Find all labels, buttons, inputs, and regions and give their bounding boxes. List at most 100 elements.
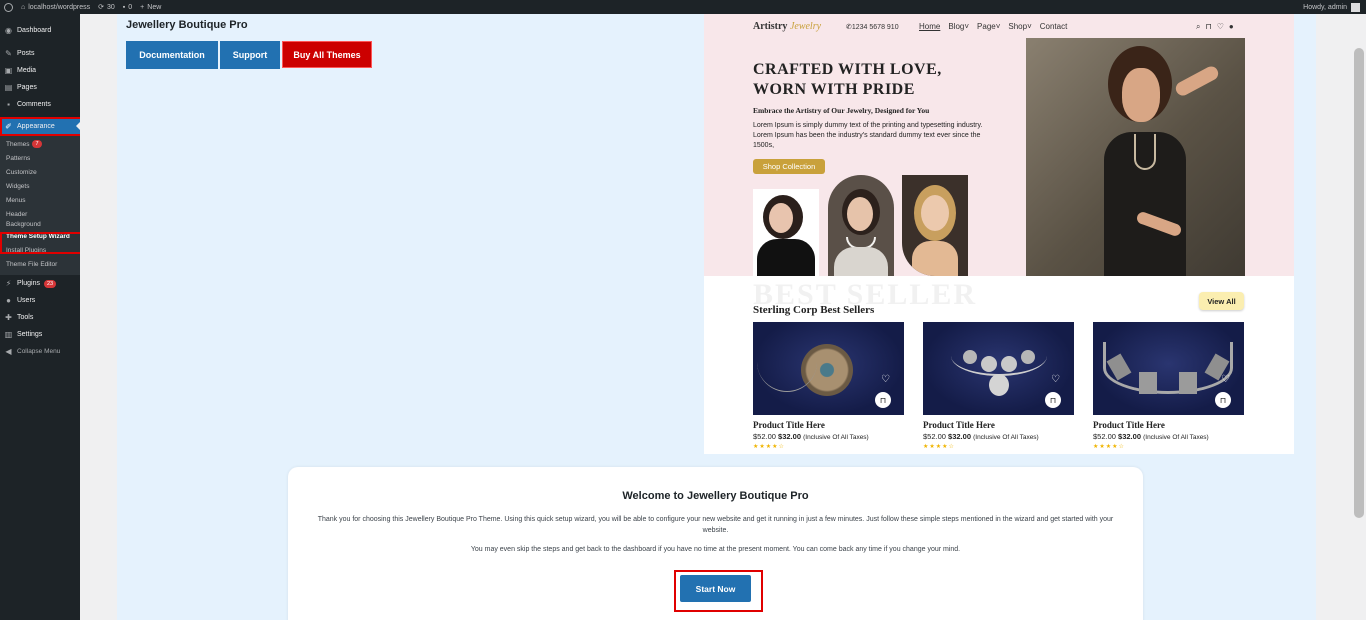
cart-icon: ⊓	[1205, 22, 1212, 31]
plugin-icon: ⚡	[5, 279, 12, 288]
preview-menu-home: Home	[919, 22, 941, 31]
submenu-background[interactable]: Background	[0, 221, 80, 229]
add-to-cart-icon: ⊓	[1045, 392, 1061, 408]
sidebar-item-settings[interactable]: ▥ Settings	[0, 326, 80, 343]
collapse-icon: ◀	[5, 347, 12, 356]
preview-menu-contact: Contact	[1039, 22, 1068, 31]
wrench-icon: ✚	[5, 313, 12, 322]
page-icon: ▤	[4, 83, 13, 92]
rating-stars: ★★★★☆	[923, 444, 955, 450]
start-now-highlight	[674, 570, 763, 612]
preview-menu-page: Page˅	[977, 22, 1001, 31]
scrollbar-thumb[interactable]	[1354, 48, 1364, 518]
users-icon: ●	[6, 296, 11, 305]
page-scrollbar[interactable]	[1352, 14, 1366, 620]
sidebar-item-plugins[interactable]: ⚡ Plugins 23	[0, 275, 80, 292]
preview-logo: Artistry Jewelry	[753, 21, 822, 32]
wizard-highlight	[0, 232, 91, 254]
pin-icon: ✎	[5, 49, 12, 58]
buy-all-themes-button[interactable]: Buy All Themes	[282, 41, 372, 68]
theme-preview-image: Artistry Jewelry ✆1234 5678 910 Home Blo…	[704, 14, 1294, 454]
documentation-button[interactable]: Documentation	[126, 41, 218, 69]
media-icon: ▣	[4, 66, 13, 75]
preview-hero-text: Lorem Ipsum is simply dummy text of the …	[753, 122, 983, 149]
preview-product-card: ♡ ⊓ Product Title Here $52.00 $32.00 (In…	[923, 322, 1074, 450]
preview-product-card: ♡ ⊓ Product Title Here $52.00 $32.00 (In…	[753, 322, 904, 450]
collapse-menu-button[interactable]: ◀ Collapse Menu	[0, 343, 80, 360]
preview-menu: Home Blog˅ Page˅ Shop˅ Contact	[919, 22, 1067, 31]
welcome-skip-text: You may even skip the steps and get back…	[470, 546, 961, 553]
preview-model-photo-2	[828, 175, 894, 276]
submenu-theme-file-editor[interactable]: Theme File Editor	[0, 257, 80, 271]
plus-icon: +	[140, 3, 145, 11]
appearance-submenu: Themes 7 Patterns Customize Widgets Menus…	[0, 135, 80, 275]
preview-best-sellers-title: Sterling Corp Best Sellers	[753, 304, 875, 316]
preview-menu-blog: Blog˅	[948, 22, 970, 31]
new-content-link[interactable]: + New	[140, 0, 161, 14]
submenu-patterns[interactable]: Patterns	[0, 151, 80, 165]
preview-hero-title: CRAFTED WITH LOVE, WORN WITH PRIDE	[753, 61, 942, 98]
updates-link[interactable]: ⟳ 30	[98, 0, 115, 14]
caret-down-icon: ˅	[1027, 22, 1032, 31]
submenu-themes[interactable]: Themes 7	[0, 137, 80, 151]
heart-icon: ♡	[1216, 22, 1224, 31]
preview-product-image: ♡ ⊓	[1093, 322, 1244, 415]
welcome-intro-text: Thank you for choosing this Jewellery Bo…	[317, 516, 1114, 534]
comment-icon: ▪	[122, 3, 126, 11]
submenu-customize[interactable]: Customize	[0, 165, 80, 179]
sidebar-item-pages[interactable]: ▤ Pages	[0, 79, 80, 96]
submenu-menus[interactable]: Menus	[0, 193, 80, 207]
sidebar-item-comments[interactable]: ▪ Comments	[0, 96, 80, 113]
plugins-update-badge: 23	[43, 279, 57, 288]
search-icon: ⌕	[1196, 22, 1201, 31]
preview-icons: ⌕ ⊓ ♡ ●	[1196, 22, 1234, 32]
preview-model-photo-3	[902, 175, 968, 276]
add-to-cart-icon: ⊓	[875, 392, 891, 408]
rating-stars: ★★★★☆	[753, 444, 785, 450]
caret-down-icon: ˅	[995, 22, 1001, 31]
site-name-link[interactable]: ⌂ localhost/wordpress	[21, 0, 90, 14]
appearance-highlight	[0, 117, 83, 136]
preview-product-card: ♡ ⊓ Product Title Here $52.00 $32.00 (In…	[1093, 322, 1244, 450]
sidebar-item-posts[interactable]: ✎ Posts	[0, 45, 80, 62]
dashboard-icon: ◉	[5, 26, 12, 35]
preview-view-all-button: View All	[1199, 292, 1244, 310]
sidebar-item-media[interactable]: ▣ Media	[0, 62, 80, 79]
preview-hero-model-photo	[1026, 38, 1245, 276]
home-icon: ⌂	[21, 3, 26, 11]
preview-menu-shop: Shop˅	[1008, 22, 1032, 31]
support-button[interactable]: Support	[220, 41, 280, 69]
avatar	[1351, 2, 1360, 12]
preview-hero: CRAFTED WITH LOVE, WORN WITH PRIDE Embrac…	[704, 38, 1294, 276]
settings-icon: ▥	[4, 330, 13, 339]
wordpress-logo-icon[interactable]	[4, 2, 13, 12]
submenu-widgets[interactable]: Widgets	[0, 179, 80, 193]
wishlist-heart-icon: ♡	[1221, 374, 1230, 385]
sidebar-item-tools[interactable]: ✚ Tools	[0, 309, 80, 326]
rating-stars: ★★★★☆	[1093, 444, 1125, 450]
preview-shop-button: Shop Collection	[753, 159, 825, 174]
submenu-header[interactable]: Header	[0, 207, 80, 221]
admin-bar: ⌂ localhost/wordpress ⟳ 30 ▪ 0 + New Howdy, …	[0, 0, 1366, 14]
preview-phone: ✆1234 5678 910	[846, 24, 899, 31]
account-menu[interactable]: Howdy, admin	[1303, 2, 1360, 12]
user-icon: ●	[1228, 22, 1234, 31]
themes-update-badge: 7	[32, 140, 42, 148]
comment-icon: ▪	[7, 100, 10, 109]
refresh-icon: ⟳	[98, 4, 104, 11]
wishlist-heart-icon: ♡	[881, 374, 890, 385]
preview-product-image: ♡ ⊓	[923, 322, 1074, 415]
preview-hero-subtitle: Embrace the Artistry of Our Jewelry, Des…	[753, 106, 930, 115]
welcome-title: Welcome to Jewellery Boutique Pro	[622, 490, 809, 502]
add-to-cart-icon: ⊓	[1215, 392, 1231, 408]
comments-link[interactable]: ▪ 0	[123, 0, 132, 14]
admin-sidebar: ◉ Dashboard ✎ Posts ▣ Media ▤ Pages ▪ Comment…	[0, 14, 80, 620]
caret-down-icon: ˅	[964, 22, 970, 31]
sidebar-item-users[interactable]: ● Users	[0, 292, 80, 309]
sidebar-item-dashboard[interactable]: ◉ Dashboard	[0, 22, 80, 39]
preview-nav: Artistry Jewelry ✆1234 5678 910 Home Blo…	[704, 14, 1294, 38]
preview-product-image: ♡ ⊓	[753, 322, 904, 415]
preview-model-photo-1	[753, 189, 819, 276]
page-title: Jewellery Boutique Pro	[126, 19, 248, 31]
wishlist-heart-icon: ♡	[1051, 374, 1060, 385]
